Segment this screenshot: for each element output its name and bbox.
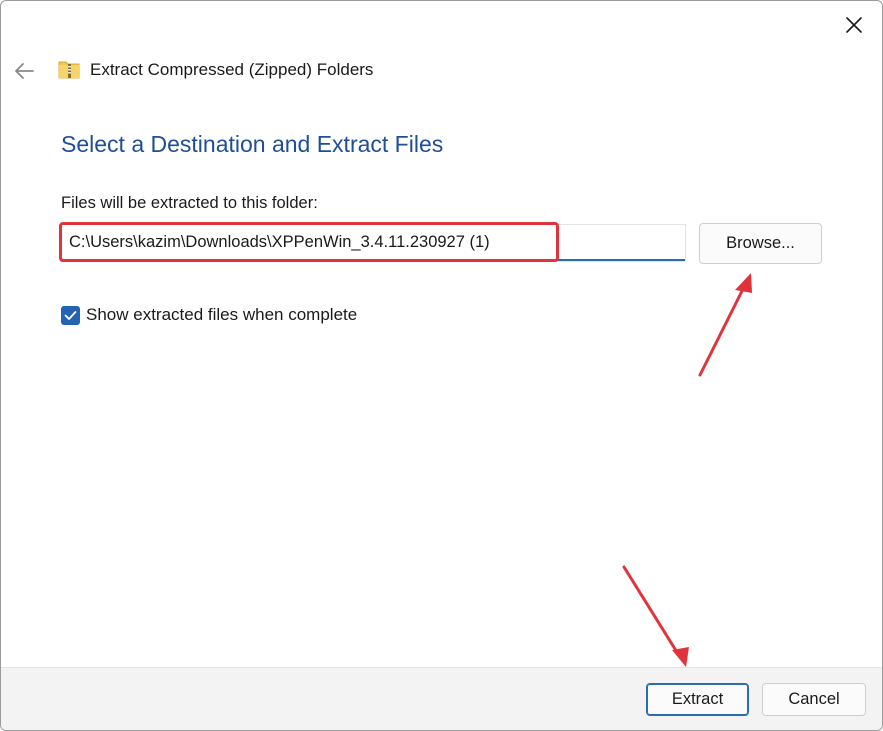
extract-button[interactable]: Extract	[646, 683, 749, 716]
back-button[interactable]	[9, 57, 39, 85]
checkmark-icon	[64, 310, 77, 320]
dialog-footer	[1, 667, 882, 730]
destination-label: Files will be extracted to this folder:	[61, 194, 318, 212]
show-files-checkbox[interactable]	[61, 305, 80, 325]
close-button[interactable]	[840, 11, 868, 39]
show-files-option[interactable]: Show extracted files when complete	[61, 305, 357, 325]
cancel-button[interactable]: Cancel	[762, 683, 866, 716]
extract-dialog: Extract Compressed (Zipped) Folders Sele…	[0, 0, 883, 731]
zipped-folder-icon	[58, 61, 80, 79]
show-files-label: Show extracted files when complete	[86, 305, 358, 324]
destination-path-input[interactable]	[61, 225, 685, 261]
browse-button[interactable]: Browse...	[699, 223, 822, 264]
page-heading: Select a Destination and Extract Files	[61, 131, 444, 157]
arrow-left-icon	[15, 63, 34, 79]
window-title: Extract Compressed (Zipped) Folders	[90, 60, 374, 79]
close-icon	[846, 17, 862, 33]
